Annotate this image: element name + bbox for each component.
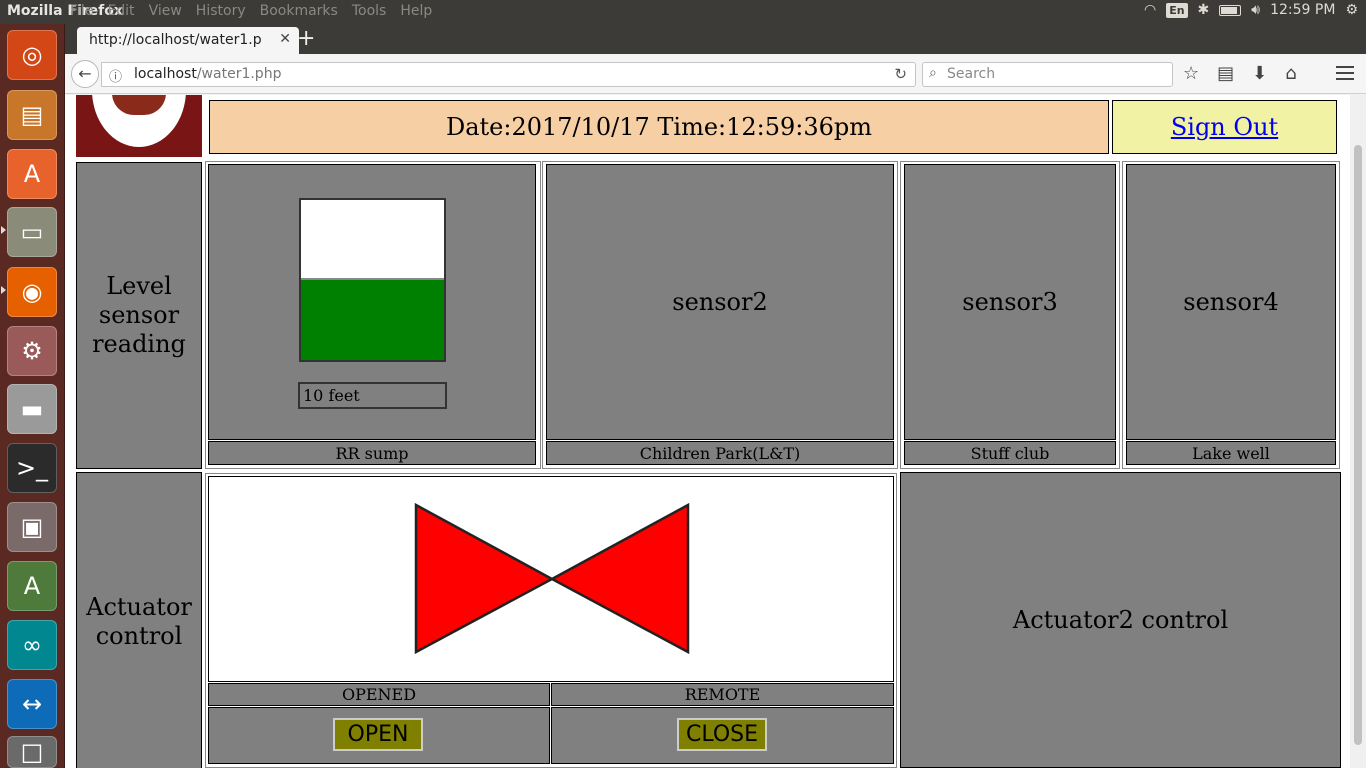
date-time-text: Date:2017/10/17 Time:12:59:36pm <box>445 113 873 141</box>
software-updater-icon[interactable]: A <box>7 561 57 611</box>
sensor2-name: sensor2 <box>672 287 768 316</box>
menu-history[interactable]: History <box>196 3 246 19</box>
terminal-icon[interactable]: >_ <box>7 443 57 493</box>
close-button[interactable]: CLOSE <box>677 718 767 751</box>
sign-out-link[interactable]: Sign Out <box>1171 113 1278 141</box>
page-content: Date:2017/10/17 Time:12:59:36pm Sign Out… <box>65 95 1350 768</box>
sensor2-location: Children Park(L&T) <box>546 441 894 465</box>
sensor3-name: sensor3 <box>962 287 1058 316</box>
system-settings-icon[interactable]: ⚙ <box>7 326 57 376</box>
menu-file[interactable]: File <box>70 3 93 19</box>
bookmark-star-icon[interactable]: ☆ <box>1183 63 1199 84</box>
actuator2-label: Actuator2 control <box>1012 605 1229 634</box>
sensor3-panel: sensor3 <box>904 164 1116 440</box>
sensor1-location: RR sump <box>208 441 536 465</box>
open-button[interactable]: OPEN <box>333 718 423 751</box>
tab-title: http://localhost/water1.p <box>89 32 262 48</box>
valve-status: OPENED <box>208 683 550 706</box>
close-tab-icon[interactable]: ✕ <box>279 31 291 47</box>
sensor2-panel: sensor2 <box>546 164 894 440</box>
trash-icon[interactable]: □ <box>7 736 57 768</box>
power-gear-icon[interactable]: ⚙ <box>1345 2 1358 18</box>
valve-mode-text: REMOTE <box>684 685 761 704</box>
sensor4-name: sensor4 <box>1183 287 1279 316</box>
tank-empty-portion <box>301 200 444 280</box>
browser-tab-bar: http://localhost/water1.p ✕ + <box>65 24 1366 54</box>
menu-hamburger-icon[interactable] <box>1336 66 1354 80</box>
url-bar[interactable]: ⓘ localhost/water1.php ↻ <box>101 62 916 87</box>
sensor1-location-text: RR sump <box>335 443 409 463</box>
reload-icon[interactable]: ↻ <box>894 65 907 83</box>
software-center-icon[interactable]: A <box>7 149 57 199</box>
keyboard-layout-indicator[interactable]: En <box>1166 2 1188 18</box>
level-sensor-row-label-text: Level sensor reading <box>92 272 186 358</box>
date-time-display: Date:2017/10/17 Time:12:59:36pm <box>209 100 1109 154</box>
institute-logo <box>76 95 202 157</box>
back-button[interactable]: ← <box>71 60 99 88</box>
system-top-panel: Mozilla Firefox File Edit View History B… <box>0 0 1366 24</box>
browser-nav-bar: ← ⓘ localhost/water1.php ↻ ⌕ Search ☆ ▤ … <box>65 54 1366 94</box>
valve-svg <box>414 502 690 655</box>
menu-help[interactable]: Help <box>400 3 432 19</box>
site-info-icon[interactable]: ⓘ <box>109 66 122 85</box>
search-icon: ⌕ <box>929 65 937 81</box>
level-reading-text: 10 feet <box>303 386 360 405</box>
sensor4-location-text: Lake well <box>1192 443 1270 463</box>
wifi-icon[interactable]: ◠ <box>1144 2 1156 18</box>
level-reading-box: 10 feet <box>298 382 447 409</box>
firefox-icon[interactable]: ◉ <box>7 267 57 317</box>
app-menu: File Edit View History Bookmarks Tools H… <box>70 3 446 19</box>
browser-tab[interactable]: http://localhost/water1.p ✕ <box>77 27 299 54</box>
actuator-row-label: Actuator control <box>76 472 202 768</box>
url-host: localhost <box>134 66 197 82</box>
water-tank-gauge <box>299 198 446 362</box>
reading-list-icon[interactable]: ▤ <box>1217 63 1234 84</box>
system-tray: ◠ En ✱ 🔊︎ 12:59 PM ⚙ <box>1144 2 1358 18</box>
menu-tools[interactable]: Tools <box>352 3 387 19</box>
sensor4-panel: sensor4 <box>1126 164 1336 440</box>
vertical-scrollbar[interactable] <box>1350 95 1366 768</box>
files-icon[interactable]: ▭ <box>7 207 57 257</box>
sensor3-location-text: Stuff club <box>970 443 1050 463</box>
url-path: /water1.php <box>196 66 282 82</box>
new-tab-button[interactable]: + <box>297 26 315 51</box>
level-sensor-row-label: Level sensor reading <box>76 162 202 469</box>
bluetooth-icon[interactable]: ✱ <box>1198 2 1210 18</box>
menu-bookmarks[interactable]: Bookmarks <box>260 3 338 19</box>
tank-water-level <box>301 280 444 360</box>
actuator2-panel: Actuator2 control <box>900 472 1341 768</box>
toolbar-icons: ☆ ▤ ⬇ ⌂ <box>1183 63 1297 84</box>
sensor2-location-text: Children Park(L&T) <box>639 443 801 463</box>
valve-right-triangle <box>549 502 690 655</box>
running-indicator <box>1 286 6 294</box>
impress-icon[interactable]: ▤ <box>7 90 57 140</box>
clock[interactable]: 12:59 PM <box>1270 2 1335 18</box>
scrollbar-thumb[interactable] <box>1354 145 1362 745</box>
disk-icon[interactable]: ▬ <box>7 384 57 434</box>
menu-edit[interactable]: Edit <box>107 3 134 19</box>
arduino-icon[interactable]: ∞ <box>7 620 57 670</box>
menu-view[interactable]: View <box>149 3 182 19</box>
valve-display <box>208 476 894 682</box>
teamviewer-icon[interactable]: ↔ <box>7 679 57 729</box>
downloads-icon[interactable]: ⬇ <box>1252 63 1267 84</box>
sensor3-location: Stuff club <box>904 441 1116 465</box>
actuator-row-label-text: Actuator control <box>86 593 192 650</box>
battery-icon[interactable] <box>1219 4 1242 16</box>
search-input[interactable]: ⌕ Search <box>922 62 1173 87</box>
valve-mode: REMOTE <box>551 683 894 706</box>
sensor4-location: Lake well <box>1126 441 1336 465</box>
valve-status-text: OPENED <box>341 685 417 704</box>
unity-launcher: ◎ ▤ A ▭ ◉ ⚙ ▬ >_ ▣ A ∞ ↔ □ <box>0 24 65 768</box>
network-app-icon[interactable]: ▣ <box>7 502 57 552</box>
running-indicator <box>1 226 6 234</box>
home-icon[interactable]: ⌂ <box>1285 63 1296 84</box>
volume-icon[interactable]: 🔊︎ <box>1251 2 1260 18</box>
ubuntu-dash-icon[interactable]: ◎ <box>7 30 57 80</box>
search-placeholder: Search <box>947 66 996 82</box>
valve-left-triangle <box>414 502 555 655</box>
sign-out-cell: Sign Out <box>1112 100 1337 154</box>
